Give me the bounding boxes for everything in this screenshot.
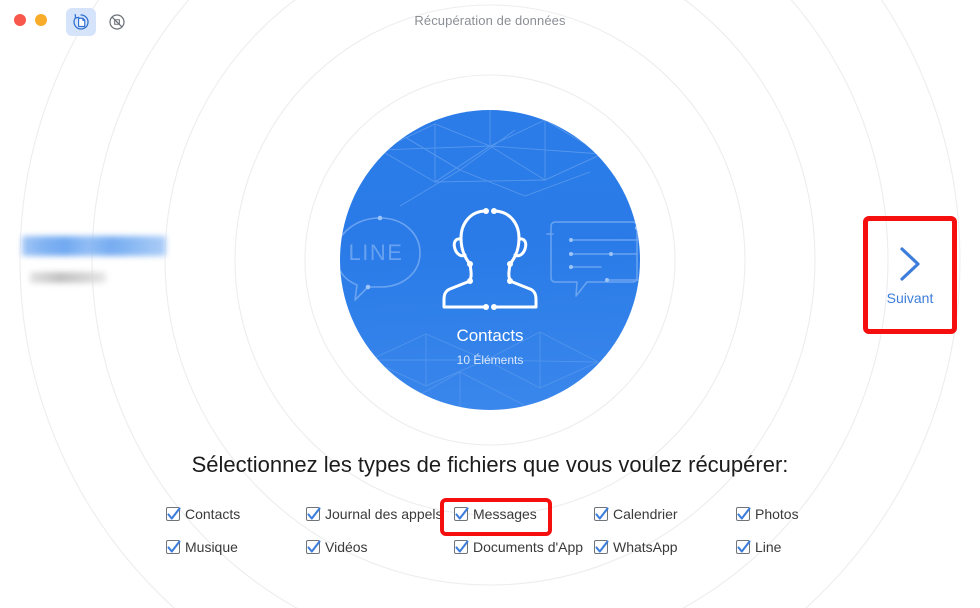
checkbox-photos[interactable]: [736, 507, 751, 521]
checkbox-messages[interactable]: [454, 507, 469, 521]
line-speech-bubble-icon: LINE: [340, 215, 421, 301]
chevron-right-icon: [900, 247, 920, 281]
checkbox-videos[interactable]: [306, 540, 321, 554]
filetype-music[interactable]: Musique: [166, 539, 238, 555]
filetype-videos[interactable]: Vidéos: [306, 539, 368, 555]
filetype-label: Photos: [755, 506, 799, 522]
check-icon: [455, 540, 469, 553]
check-icon: [167, 540, 181, 553]
checkbox-whatsapp[interactable]: [594, 540, 609, 554]
checkbox-calendar[interactable]: [594, 507, 609, 521]
check-icon: [167, 507, 181, 520]
check-icon: [455, 507, 469, 520]
filetype-photos[interactable]: Photos: [736, 506, 799, 522]
next-button[interactable]: Suivant: [869, 222, 951, 328]
checkbox-call-log[interactable]: [306, 507, 321, 521]
checkbox-contacts[interactable]: [166, 507, 181, 521]
check-icon: [737, 540, 751, 553]
redacted-device-name-bar: [22, 236, 166, 256]
check-icon: [737, 507, 751, 520]
check-icon: [307, 540, 321, 553]
redacted-device-subtext-bar: [30, 272, 106, 283]
check-icon: [595, 540, 609, 553]
filetype-label: Line: [755, 539, 782, 555]
filetype-checkbox-grid: Contacts Journal des appels Messages Cal…: [166, 506, 816, 572]
checkbox-music[interactable]: [166, 540, 181, 554]
filetype-call-log[interactable]: Journal des appels: [306, 506, 443, 522]
chat-bubble-icon: [546, 221, 640, 297]
filetype-messages[interactable]: Messages: [454, 506, 537, 522]
filetype-label: WhatsApp: [613, 539, 678, 555]
filetype-label: Documents d'App: [473, 539, 584, 555]
app-window: Récupération de données LINE Contacts 10…: [0, 0, 980, 608]
redacted-device-info: [22, 236, 166, 283]
check-icon: [307, 507, 321, 520]
filetype-label: Vidéos: [325, 539, 368, 555]
hero-category-label: Contacts: [456, 326, 524, 345]
checkbox-app-documents[interactable]: [454, 540, 469, 554]
next-button-label: Suivant: [886, 290, 934, 306]
filetype-calendar[interactable]: Calendrier: [594, 506, 678, 522]
filetype-label: Journal des appels: [325, 506, 443, 522]
check-icon: [595, 507, 609, 520]
filetype-label: Messages: [473, 506, 537, 522]
window-title: Récupération de données: [414, 13, 566, 28]
filetype-row-1: Contacts Journal des appels Messages Cal…: [166, 506, 816, 539]
svg-text:LINE: LINE: [349, 240, 404, 265]
filetype-app-documents[interactable]: Documents d'App: [454, 539, 583, 555]
filetype-label: Musique: [185, 539, 238, 555]
filetype-label: Calendrier: [613, 506, 678, 522]
filetype-whatsapp[interactable]: WhatsApp: [594, 539, 678, 555]
filetype-label: Contacts: [185, 506, 241, 522]
page-title: Sélectionnez les types de fichiers que v…: [191, 452, 789, 477]
contact-person-icon: [442, 208, 538, 310]
filetype-contacts[interactable]: Contacts: [166, 506, 240, 522]
filetype-line[interactable]: Line: [736, 539, 781, 555]
filetype-row-2: Musique Vidéos Documents d'App WhatsApp: [166, 539, 816, 572]
checkbox-line[interactable]: [736, 540, 751, 554]
title-bar: Récupération de données: [0, 0, 980, 44]
hero-category-disc[interactable]: LINE Contacts 10 Éléments: [340, 110, 640, 410]
hero-item-count: 10 Éléments: [456, 353, 524, 367]
